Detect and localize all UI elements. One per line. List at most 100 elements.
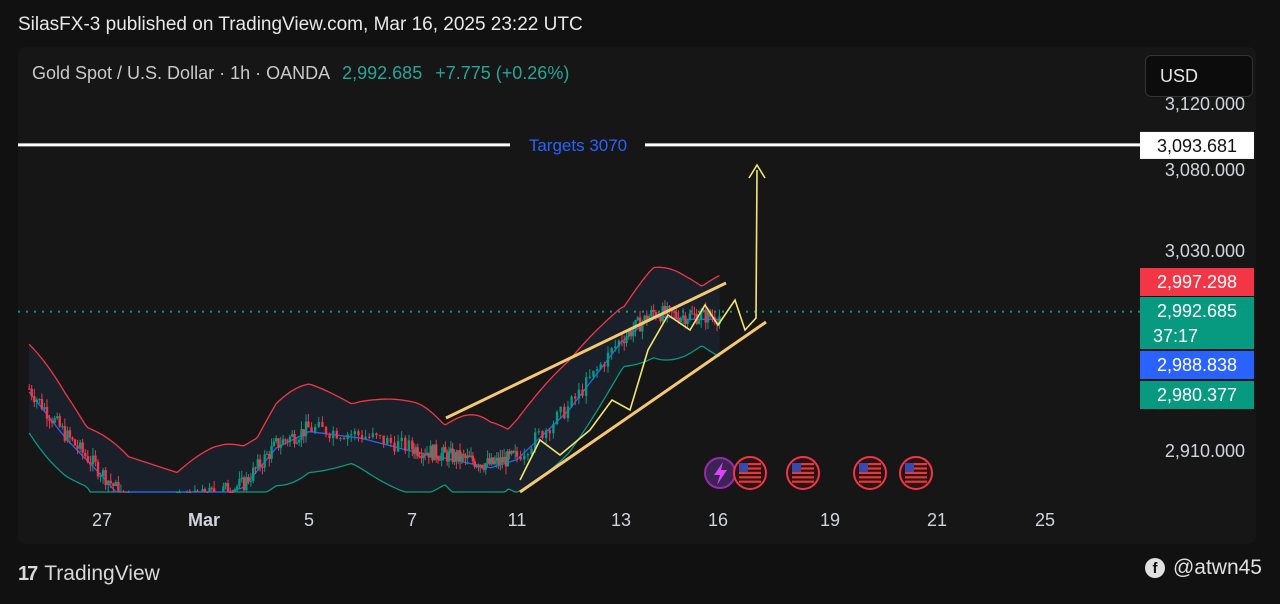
candle-body: [281, 439, 285, 445]
candle-body: [272, 441, 276, 447]
candle-body: [610, 348, 613, 353]
flag-stripe: [739, 476, 761, 479]
x-tick-label: 27: [92, 510, 112, 530]
candle-body: [317, 422, 320, 427]
flag-stripe: [905, 471, 927, 474]
candle-body: [175, 492, 179, 493]
handle-label: @atwn45: [1172, 556, 1262, 579]
candle-body: [440, 453, 443, 461]
tradingview-logo[interactable]: 17 TradingView: [18, 562, 160, 586]
candle-body: [393, 442, 396, 452]
candle-body: [396, 441, 400, 452]
candle-body: [339, 438, 342, 440]
symbol-name: Gold Spot / U.S. Dollar · 1h · OANDA: [32, 63, 330, 83]
candle-body: [254, 467, 257, 469]
candle-body: [30, 388, 33, 397]
candle-body: [321, 422, 324, 427]
candle-body: [659, 317, 662, 322]
candle-body: [81, 442, 84, 453]
candle-body: [407, 440, 411, 451]
author-handle[interactable]: f @atwn45: [1144, 556, 1262, 580]
candle-body: [606, 352, 610, 367]
candle-body: [484, 463, 487, 470]
price-chart[interactable]: Targets 3070 3,120.000 3,080.000 3,030.000…: [0, 0, 1280, 604]
candle-body: [222, 486, 225, 492]
candle-body: [193, 490, 197, 492]
candle-body: [186, 492, 189, 493]
candle-body: [212, 488, 216, 492]
x-tick-label: 25: [1035, 510, 1055, 530]
candle-body: [53, 418, 56, 423]
candle-body: [364, 436, 367, 440]
candle-body: [357, 431, 360, 436]
candle-body: [462, 454, 465, 456]
candle-body: [206, 492, 209, 493]
target-price-label: 3,093.681: [1157, 136, 1237, 156]
symbol-price: 2,992.685: [342, 63, 423, 83]
candle-body: [310, 427, 313, 432]
candle-body: [416, 447, 419, 456]
candle-body: [668, 306, 671, 308]
candle-body: [555, 411, 559, 424]
candle-body: [679, 317, 683, 322]
flag-stripe: [792, 471, 814, 474]
candle-body: [552, 423, 555, 434]
candle-body: [245, 477, 248, 491]
candle-body: [71, 437, 74, 440]
flag-canton: [792, 463, 801, 472]
candle-body: [106, 480, 110, 486]
candle-body: [400, 437, 403, 442]
candle-body: [55, 416, 59, 419]
price-tag-label: 2,992.685: [1157, 301, 1237, 321]
candle-body: [302, 429, 305, 437]
flag-stripe: [859, 471, 881, 474]
candle-body: [335, 430, 339, 439]
candle-body: [353, 431, 357, 435]
candle-body: [249, 480, 253, 482]
candle-body: [675, 311, 678, 318]
currency-selector[interactable]: USD: [1145, 55, 1253, 97]
candle-body: [50, 420, 54, 423]
candle-body: [210, 487, 214, 489]
candle-body: [324, 426, 328, 435]
candle-body: [96, 461, 100, 477]
candle-body: [226, 483, 230, 492]
candle-body: [68, 430, 72, 438]
flag-stripe: [859, 480, 881, 483]
candle-body: [434, 444, 438, 458]
flag-stripe: [905, 480, 927, 483]
candle-body: [270, 446, 273, 459]
candle-body: [277, 438, 280, 448]
candle-body: [493, 460, 497, 465]
candle-body: [544, 430, 548, 439]
candle-body: [63, 426, 67, 441]
candle-body: [84, 452, 87, 457]
candle-body: [537, 431, 541, 433]
candle-body: [86, 456, 89, 463]
flag-stripe: [739, 480, 761, 483]
candle-body: [599, 364, 602, 369]
candle-body: [288, 436, 292, 443]
candle-body: [313, 426, 317, 432]
candle-body: [378, 435, 382, 437]
candle-body: [690, 313, 694, 315]
candle-body: [94, 455, 97, 462]
candle-body: [688, 313, 692, 321]
candle-body: [577, 389, 581, 399]
candle-body: [295, 442, 299, 444]
candle-body: [224, 483, 227, 487]
x-tick-label: 11: [508, 510, 527, 530]
candle-body: [625, 336, 628, 344]
candle-body: [566, 406, 570, 419]
candle-body: [570, 396, 573, 407]
candle-body: [76, 445, 79, 449]
candle-body: [581, 389, 584, 396]
candle-body: [233, 489, 237, 492]
candle-body: [632, 329, 635, 337]
target-label: Targets 3070: [529, 136, 627, 155]
price-tag-label: 2,980.377: [1157, 385, 1237, 405]
candle-body: [112, 483, 115, 487]
candle-body: [629, 330, 633, 337]
flag-stripe: [905, 476, 927, 479]
candle-body: [332, 430, 335, 439]
